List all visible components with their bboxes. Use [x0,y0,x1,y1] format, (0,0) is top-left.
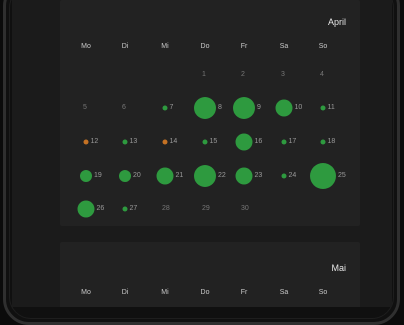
weekday-label: So [318,43,328,50]
day-number: 19 [94,172,102,179]
day-cell[interactable]: 12 [66,125,106,159]
day-cell[interactable]: 20 [105,159,145,193]
weekday-label: Do [200,43,210,50]
weekday-label: Fr [240,43,248,50]
activity-dot [194,165,216,187]
month-card-april: April Mo Di Mi Do Fr Sa So 1 2 3 4 5 6 7 8 9 10 11… [60,0,360,226]
activity-dot [235,133,253,151]
day-number: 28 [162,205,170,212]
day-number: 5 [83,104,87,111]
day-number: 9 [257,104,261,111]
day-number: 2 [241,71,245,78]
activity-dot [281,139,287,145]
day-cell[interactable]: 21 [145,159,185,193]
day-number: 18 [327,138,336,145]
day-cell[interactable]: 29 [185,192,225,226]
day-number: 8 [218,104,222,111]
month-card-mai: Mai Mo Di Mi Do Fr Sa So [60,242,360,307]
activity-dot [202,139,208,145]
day-cell[interactable]: 30 [224,192,264,226]
activity-dot [122,139,128,145]
weekday-label: Sa [279,289,289,296]
day-number: 26 [96,205,105,212]
day-number: 15 [209,138,218,145]
day-number: 10 [294,104,303,111]
weekday-label: Mi [161,43,169,50]
activity-dot-orange [162,139,168,145]
day-cell[interactable]: 17 [264,125,304,159]
activity-dot [119,170,131,182]
weekday-label: So [318,289,328,296]
activity-dot [281,173,287,179]
day-cell[interactable]: 13 [105,125,145,159]
weekday-label: Mo [81,43,91,50]
activity-dot [156,167,174,185]
activity-dot [310,163,336,189]
day-cell[interactable]: 9 [224,91,264,125]
day-number: 23 [254,172,263,179]
day-cell[interactable]: 14 [145,125,185,159]
weekday-label: Do [200,289,210,296]
day-number: 3 [281,71,285,78]
day-cell[interactable]: 18 [303,125,343,159]
day-number: 17 [288,138,297,145]
day-cell[interactable]: 4 [303,58,343,92]
calendar-screen: April Mo Di Mi Do Fr Sa So 1 2 3 4 5 6 7 8 9 10 11… [12,0,392,307]
day-cell[interactable]: 11 [303,91,343,125]
activity-dot [275,99,293,117]
day-cell[interactable]: 24 [264,159,304,193]
day-number: 14 [169,138,178,145]
weekday-label: Di [121,43,129,50]
day-number: 30 [241,205,249,212]
day-cell[interactable]: 19 [66,159,106,193]
day-cell[interactable]: 5 [66,91,106,125]
day-number: 4 [320,71,324,78]
activity-dot [233,97,255,119]
day-cell[interactable]: 7 [145,91,185,125]
day-cell[interactable]: 16 [224,125,264,159]
day-number: 29 [202,205,210,212]
day-number: 25 [338,172,346,179]
activity-dot [194,97,216,119]
day-number: 12 [90,138,99,145]
month-title: April [327,17,346,27]
weekday-label: Mi [161,289,169,296]
day-cell[interactable]: 2 [224,58,264,92]
day-cell[interactable]: 28 [145,192,185,226]
day-number: 7 [169,104,174,111]
activity-dot [320,139,326,145]
day-cell[interactable]: 23 [224,159,264,193]
activity-dot [77,200,95,218]
activity-dot [122,206,128,212]
day-cell[interactable]: 25 [303,159,346,193]
month-title: Mai [331,263,346,273]
day-number: 6 [122,104,126,111]
activity-dot [320,105,326,111]
weekday-label: Mo [81,289,91,296]
day-number: 20 [133,172,141,179]
day-cell[interactable]: 3 [264,58,304,92]
day-cell[interactable]: 22 [185,159,226,193]
weekday-label: Fr [240,289,248,296]
day-cell[interactable]: 26 [66,192,106,226]
activity-dot [80,170,92,182]
day-number: 1 [202,71,206,78]
day-cell[interactable]: 15 [185,125,225,159]
day-number: 27 [129,205,138,212]
weekday-label: Di [121,289,129,296]
day-cell[interactable]: 27 [105,192,145,226]
activity-dot [235,167,253,185]
day-number: 11 [327,104,335,111]
day-number: 21 [175,172,184,179]
day-cell[interactable]: 8 [185,91,225,125]
weekday-label: Sa [279,43,289,50]
activity-dot [162,105,168,111]
day-cell[interactable]: 6 [105,91,145,125]
activity-dot-orange [83,139,89,145]
day-number: 13 [129,138,138,145]
day-number: 16 [254,138,263,145]
day-number: 24 [288,172,297,179]
day-cell[interactable]: 1 [185,58,225,92]
day-cell[interactable]: 10 [264,91,304,125]
